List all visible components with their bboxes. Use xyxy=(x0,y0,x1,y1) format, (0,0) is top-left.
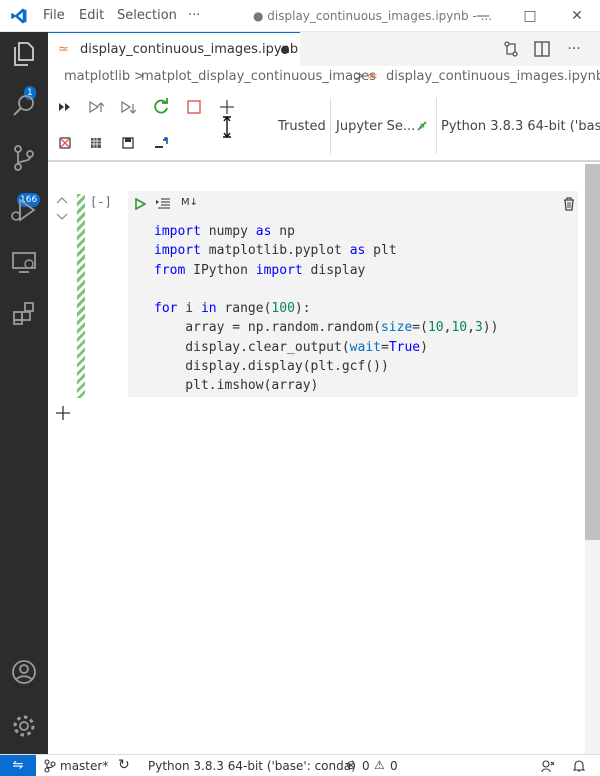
more-actions-icon[interactable]: ··· xyxy=(564,39,584,59)
toolbar-divider xyxy=(436,98,437,154)
move-cell-up-icon[interactable] xyxy=(56,195,68,205)
run-below-icon[interactable] xyxy=(117,96,139,118)
menu-edit[interactable]: Edit xyxy=(79,8,104,23)
breadcrumb-matplotlib[interactable]: matplotlib xyxy=(64,69,130,84)
close-button[interactable]: ✕ xyxy=(562,4,592,28)
cell-running-indicator xyxy=(77,194,85,398)
add-cell-below-icon[interactable] xyxy=(55,405,71,421)
search-icon[interactable] xyxy=(8,90,40,122)
markdown-toggle[interactable]: M↓ xyxy=(181,197,198,208)
remote-indicator-icon[interactable]: ⇋ xyxy=(0,755,36,776)
delete-cell-icon[interactable] xyxy=(563,197,575,211)
restart-kernel-icon[interactable] xyxy=(150,96,172,118)
connected-icon xyxy=(417,121,427,131)
move-cell-down-icon[interactable] xyxy=(56,212,68,222)
menu-selection[interactable]: Selection xyxy=(117,8,177,23)
clear-outputs-icon[interactable] xyxy=(54,132,76,154)
breadcrumb-notebook-icon: ≃ xyxy=(367,69,378,84)
sync-icon[interactable]: ↻ xyxy=(118,757,130,773)
run-all-icon[interactable] xyxy=(54,96,76,118)
settings-gear-icon[interactable] xyxy=(8,710,40,742)
window-title: ● display_continuous_images.ipynb - ... xyxy=(253,9,493,23)
breadcrumb-file[interactable]: display_continuous_images.ipynb xyxy=(386,69,600,84)
vscode-logo-icon xyxy=(11,8,27,24)
menu-file[interactable]: File xyxy=(43,8,65,23)
jupyter-server-status[interactable]: Jupyter Se... xyxy=(336,119,415,134)
export-icon[interactable] xyxy=(150,132,172,154)
breadcrumb-separator: > xyxy=(354,69,365,84)
status-bar: ⇋ master* ↻ Python 3.8.3 64-bit ('base':… xyxy=(0,754,600,776)
python-interpreter[interactable]: Python 3.8.3 64-bit ('base': conda) xyxy=(148,759,356,773)
breadcrumb-folder[interactable]: matplot_display_continuous_images xyxy=(141,69,376,84)
source-control-icon[interactable] xyxy=(8,142,40,174)
scrollbar-thumb[interactable] xyxy=(585,164,600,540)
explorer-icon[interactable] xyxy=(8,38,40,70)
run-cell-icon[interactable] xyxy=(134,198,146,210)
maximize-button[interactable]: □ xyxy=(515,4,545,28)
remote-explorer-icon[interactable] xyxy=(8,246,40,278)
code-editor[interactable]: import numpy as np import matplotlib.pyp… xyxy=(154,222,498,396)
cell-toolbar: M↓ xyxy=(128,191,578,217)
error-count[interactable]: 0 xyxy=(362,759,370,773)
notebook-file-icon: ≃ xyxy=(58,42,69,57)
text-cursor-icon xyxy=(223,115,231,139)
minimize-button[interactable]: — xyxy=(468,4,498,28)
interrupt-kernel-icon[interactable] xyxy=(183,96,205,118)
title-bar: File Edit Selection ··· ● display_contin… xyxy=(0,0,600,32)
run-above-icon[interactable] xyxy=(85,96,107,118)
execution-count: [-] xyxy=(90,195,112,209)
notebook-toolbar: Trusted Jupyter Se... Python 3.8.3 64-bi… xyxy=(48,88,600,162)
error-icon: ⊗ xyxy=(346,758,357,772)
feedback-icon[interactable] xyxy=(541,759,555,773)
save-icon[interactable] xyxy=(117,132,139,154)
kernel-selector[interactable]: Python 3.8.3 64-bit ('bas... xyxy=(441,119,600,134)
warning-count[interactable]: 0 xyxy=(390,759,398,773)
branch-icon xyxy=(44,759,56,773)
trusted-status[interactable]: Trusted xyxy=(278,119,326,134)
code-cell[interactable]: M↓ import numpy as np import matplotlib.… xyxy=(128,191,578,397)
tab-label: display_continuous_images.ipynb xyxy=(80,42,299,57)
run-debug-icon[interactable] xyxy=(8,194,40,226)
warning-icon: ⚠ xyxy=(374,758,385,772)
toolbar-divider xyxy=(330,98,331,154)
run-by-line-icon[interactable] xyxy=(155,197,171,211)
open-changes-icon[interactable] xyxy=(501,39,521,59)
unsaved-dot-icon[interactable] xyxy=(281,46,289,54)
tab-bar: ≃ display_continuous_images.ipynb ··· xyxy=(48,32,600,66)
variables-icon[interactable] xyxy=(85,132,107,154)
breadcrumb: matplotlib > matplot_display_continuous_… xyxy=(48,66,600,88)
notifications-bell-icon[interactable] xyxy=(572,759,586,773)
activity-bar: 1 166 xyxy=(0,32,48,754)
account-icon[interactable] xyxy=(8,656,40,688)
tab-notebook[interactable]: ≃ display_continuous_images.ipynb xyxy=(48,32,300,66)
split-editor-icon[interactable] xyxy=(532,39,552,59)
extensions-icon[interactable] xyxy=(8,298,40,330)
menu-more[interactable]: ··· xyxy=(188,8,200,23)
branch-name[interactable]: master* xyxy=(60,759,108,773)
